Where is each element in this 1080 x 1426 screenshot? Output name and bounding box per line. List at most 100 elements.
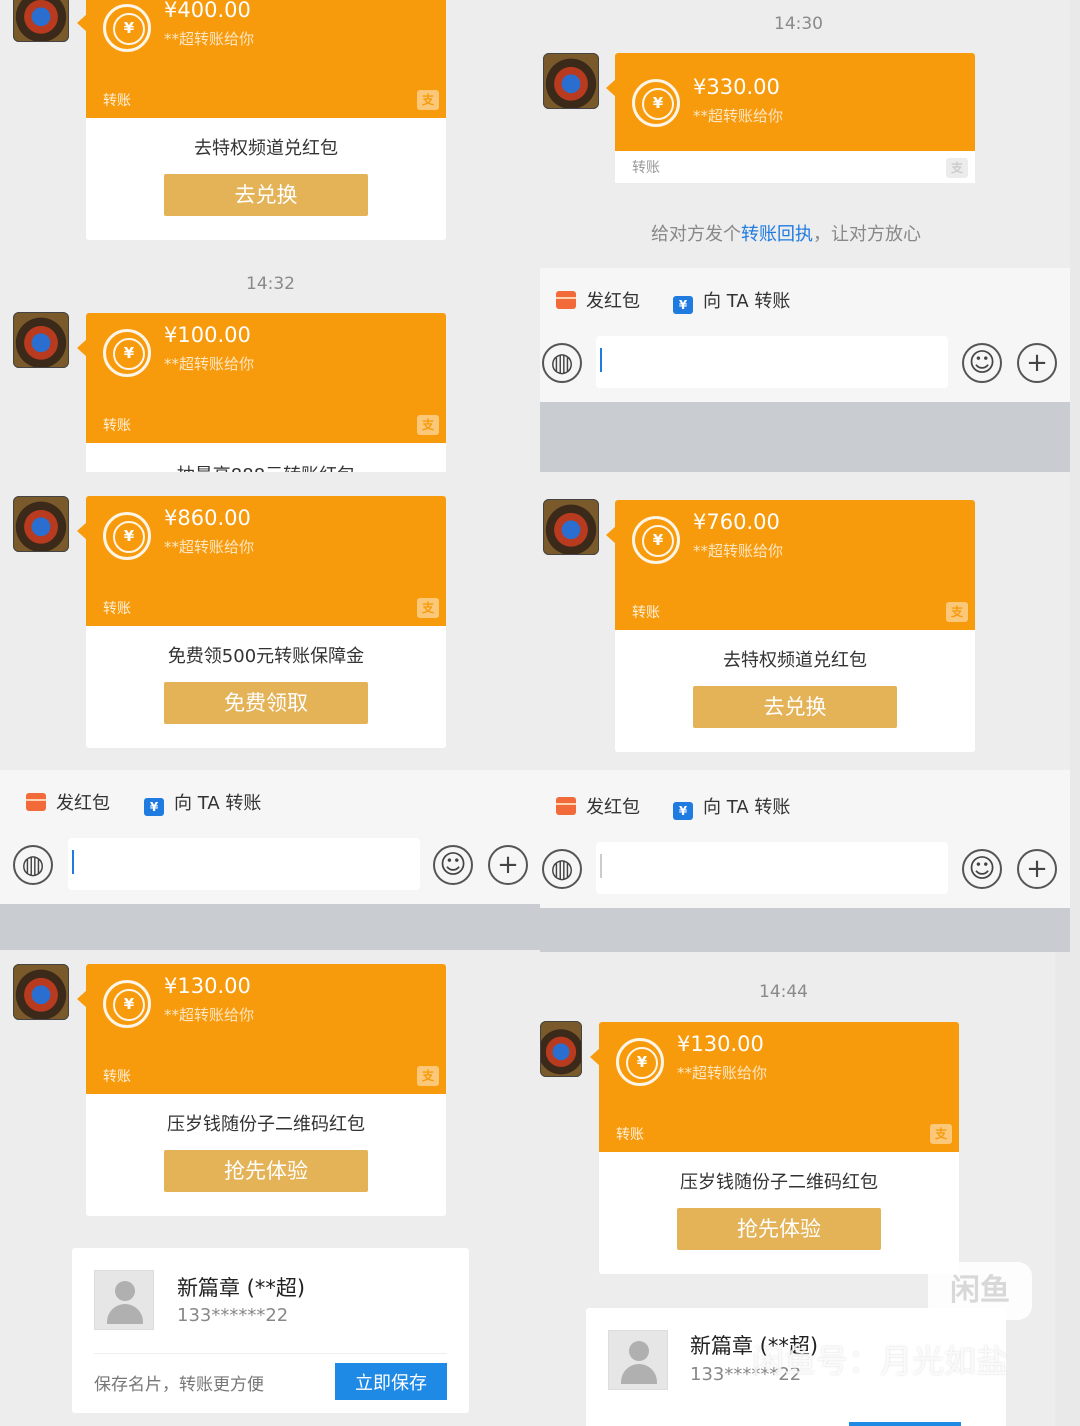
divider [94, 1353, 447, 1354]
transfer-card[interactable]: ¥860.00 **超转账给你 转账 支 免费领500元转账保障金 免费领取 [77, 496, 446, 748]
promo-text: 抽最高888元转账红包 [86, 461, 446, 472]
message-input[interactable] [596, 336, 948, 388]
keyboard-strip [540, 908, 1070, 952]
plus-icon[interactable]: + [488, 845, 528, 885]
text-caret [600, 348, 602, 372]
avatar[interactable] [13, 312, 69, 368]
transfer-amount: ¥760.00 [693, 510, 780, 534]
keyboard-strip [540, 402, 1070, 472]
avatar[interactable] [13, 0, 69, 42]
transfer-card[interactable]: ¥130.00 **超转账给你 转账 支 压岁钱随份子二维码红包 抢先体验 [590, 1022, 959, 1274]
transfer-note: **超转账给你 [693, 542, 784, 560]
transfer-note: **超转账给你 [693, 107, 784, 125]
transfer-note: **超转账给你 [164, 1006, 255, 1024]
mic-icon[interactable]: ◍ [542, 343, 582, 383]
transfer-card[interactable]: ¥760.00 **超转账给你 转账 支 去特权频道兑红包 去兑换 [606, 500, 975, 752]
transfer-amount: ¥130.00 [677, 1032, 764, 1056]
coin-icon [632, 79, 680, 127]
avatar[interactable] [540, 1021, 582, 1077]
transfer-icon: ¥ [144, 798, 164, 816]
plus-icon[interactable]: + [1017, 849, 1057, 889]
transfer-to-ta-button[interactable]: ¥ 向 TA 转账 [673, 287, 790, 314]
message-input[interactable] [68, 838, 420, 890]
transfer-amount: ¥130.00 [164, 974, 251, 998]
try-now-button[interactable]: 抢先体验 [677, 1208, 881, 1250]
red-packet-button[interactable]: 发红包 [556, 287, 640, 313]
avatar[interactable] [543, 499, 599, 555]
red-packet-button[interactable]: 发红包 [556, 793, 640, 819]
contact-avatar-icon [94, 1270, 154, 1330]
contact-avatar-icon [608, 1330, 668, 1390]
smiley-icon[interactable]: ☺ [433, 845, 473, 885]
mic-icon[interactable]: ◍ [13, 845, 53, 885]
contact-card[interactable]: 新篇章 (**超) 133******22 保存名片，转账更方便 立即保存 [72, 1248, 469, 1413]
save-hint: 保存名片，转账更方便 [94, 1375, 264, 1395]
transfer-amount: ¥330.00 [693, 75, 780, 99]
transfer-label: 转账 [632, 160, 660, 176]
transfer-label: 转账 [103, 93, 131, 109]
red-packet-icon [556, 291, 576, 309]
alipay-icon: 支 [946, 602, 968, 622]
contact-name: 新篇章 (**超) [177, 1276, 306, 1300]
coin-icon [103, 329, 151, 377]
transfer-to-ta-button[interactable]: ¥ 向 TA 转账 [144, 789, 261, 816]
promo-text: 压岁钱随份子二维码红包 [167, 1114, 365, 1135]
chat-panel-a: ¥400.00 **超转账给你 转账 支 去特权频道兑红包 去兑换 [0, 0, 540, 250]
receipt-link[interactable]: 转账回执 [741, 224, 813, 245]
save-button-edge [849, 1422, 961, 1426]
smiley-icon[interactable]: ☺ [962, 343, 1002, 383]
timestamp: 14:30 [774, 14, 823, 34]
mic-icon[interactable]: ◍ [542, 849, 582, 889]
plus-icon[interactable]: + [1017, 343, 1057, 383]
coin-icon [616, 1038, 664, 1086]
transfer-note: **超转账给你 [164, 538, 255, 556]
red-packet-button[interactable]: 发红包 [26, 789, 110, 815]
avatar[interactable] [13, 964, 69, 1020]
transfer-note: **超转账给你 [677, 1064, 768, 1082]
chat-toolbar: 发红包 ¥ 向 TA 转账 ◍ ☺ + [0, 770, 540, 904]
save-contact-button[interactable]: 立即保存 [335, 1363, 447, 1400]
transfer-label: 转账 [616, 1127, 644, 1143]
chat-panel-c: ¥860.00 **超转账给你 转账 支 免费领500元转账保障金 免费领取 [0, 472, 540, 770]
promo-text: 去特权频道兑红包 [723, 650, 867, 671]
coin-icon [103, 512, 151, 560]
transfer-card[interactable]: ¥330.00 **超转账给你 转账 支 [606, 53, 975, 183]
promo-text: 免费领500元转账保障金 [167, 646, 365, 667]
claim-button[interactable]: 免费领取 [164, 682, 368, 724]
coin-icon [103, 4, 151, 52]
input-panel-left: 发红包 ¥ 向 TA 转账 ◍ ☺ + [0, 770, 540, 950]
receipt-hint: 给对方发个转账回执，让对方放心 [651, 224, 921, 245]
alipay-icon: 支 [417, 1066, 439, 1086]
transfer-card[interactable]: ¥130.00 **超转账给你 转账 支 压岁钱随份子二维码红包 抢先体验 [77, 964, 446, 1216]
redeem-button[interactable]: 去兑换 [164, 174, 368, 216]
transfer-note: **超转账给你 [164, 355, 255, 373]
red-packet-icon [26, 793, 46, 811]
alipay-icon: 支 [417, 90, 439, 110]
chat-toolbar: 发红包 ¥ 向 TA 转账 ◍ ☺ + [540, 770, 1070, 908]
transfer-label: 转账 [103, 601, 131, 617]
contact-phone: 133******22 [177, 1305, 289, 1326]
red-packet-icon [556, 797, 576, 815]
chat-panel-e: ¥130.00 **超转账给你 转账 支 压岁钱随份子二维码红包 抢先体验 新篇… [0, 950, 540, 1426]
transfer-card[interactable]: ¥100.00 **超转账给你 转账 支 抽最高888元转账红包 [77, 313, 446, 472]
redeem-button[interactable]: 去兑换 [693, 686, 897, 728]
transfer-label: 转账 [103, 1069, 131, 1085]
transfer-note: **超转账给你 [164, 30, 255, 48]
transfer-to-ta-button[interactable]: ¥ 向 TA 转账 [673, 793, 790, 820]
alipay-icon: 支 [417, 415, 439, 435]
chat-panel-b: 14:32 ¥100.00 **超转账给你 转账 支 抽最高888元转账红包 [0, 250, 540, 472]
transfer-label: 转账 [103, 418, 131, 434]
transfer-amount: ¥400.00 [164, 0, 251, 22]
avatar[interactable] [13, 496, 69, 552]
timestamp: 14:44 [759, 982, 808, 1002]
promo-text: 压岁钱随份子二维码红包 [680, 1172, 878, 1193]
chat-panel-f: 14:30 ¥330.00 **超转账给你 转账 支 给对方发个转账回执，让对方… [540, 0, 1070, 472]
timestamp: 14:32 [246, 274, 295, 294]
message-input[interactable] [596, 842, 948, 894]
transfer-card[interactable]: ¥400.00 **超转账给你 转账 支 去特权频道兑红包 去兑换 [77, 0, 446, 240]
avatar[interactable] [543, 53, 599, 109]
try-now-button[interactable]: 抢先体验 [164, 1150, 368, 1192]
watermark-text: 闲鱼号：月光如盐 [752, 1342, 1009, 1380]
alipay-icon: 支 [930, 1124, 952, 1144]
smiley-icon[interactable]: ☺ [962, 849, 1002, 889]
